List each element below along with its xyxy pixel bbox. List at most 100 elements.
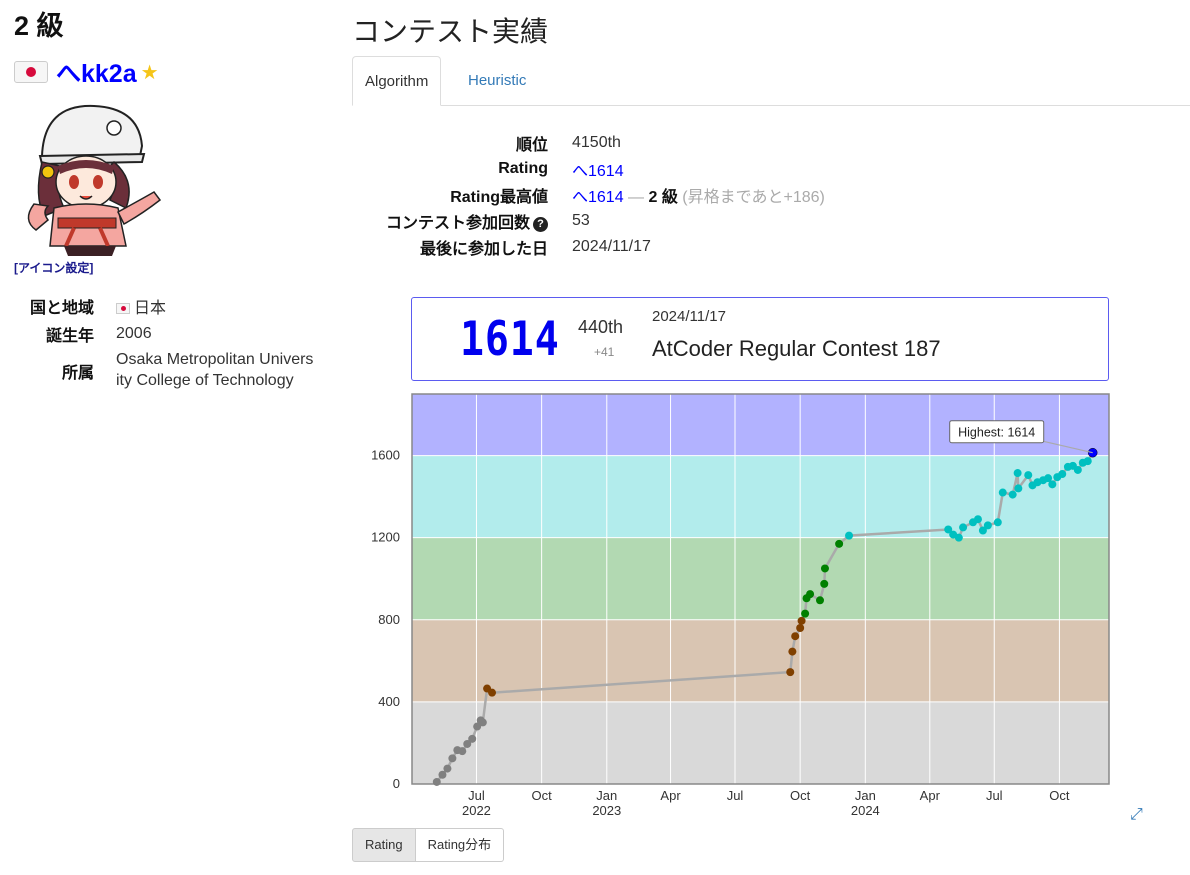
x-year-label: 2024 xyxy=(851,803,880,818)
y-tick-label: 800 xyxy=(378,612,400,627)
x-tick-label: Jul xyxy=(986,788,1003,803)
max-dash: — xyxy=(623,189,649,206)
x-tick-label: Oct xyxy=(790,788,811,803)
stats-table: 順位 4150th Rating へ1614 Rating最高値 へ1614 —… xyxy=(352,130,825,260)
data-point xyxy=(973,515,982,524)
data-point xyxy=(458,747,467,756)
data-point xyxy=(1013,469,1022,478)
rating-diff: +41 xyxy=(594,345,615,359)
stat-key: Rating xyxy=(498,160,548,177)
stat-row-contest-count: コンテスト参加回数? 53 xyxy=(352,208,825,234)
rating-chart[interactable]: 040080012001600Jul2022Oct Jan2023Apr Jul Oc… xyxy=(352,388,1142,828)
info-value: Osaka Metropolitan University College of… xyxy=(116,351,314,389)
tab-algorithm[interactable]: Algorithm xyxy=(352,56,442,106)
data-point xyxy=(954,533,963,542)
stat-row-last-contest: 最後に参加した日 2024/11/17 xyxy=(352,234,825,260)
x-year-label: 2022 xyxy=(462,803,491,818)
data-point xyxy=(1083,457,1092,466)
band-cyan xyxy=(412,455,1109,538)
rating-distribution-button[interactable]: Rating分布 xyxy=(415,828,505,862)
data-point xyxy=(788,647,797,656)
data-point xyxy=(806,590,815,599)
stat-key: 最後に参加した日 xyxy=(419,241,548,258)
data-point xyxy=(816,596,824,605)
data-point xyxy=(1024,471,1033,480)
profile-info: 国と地域 日本 誕生年 2006 所属 Osaka Metropolitan U… xyxy=(14,294,334,392)
japan-flag-icon xyxy=(14,61,48,83)
band-gray xyxy=(412,701,1109,784)
x-tick-label: Apr xyxy=(660,788,681,803)
band-green xyxy=(412,537,1109,620)
y-tick-label: 1600 xyxy=(371,448,400,463)
country-value: 日本 xyxy=(134,300,167,317)
data-point xyxy=(448,754,457,763)
chart-toggle: Rating Rating分布 xyxy=(352,828,505,862)
stat-row-max-rating: Rating最高値 へ1614 — 2 級 (昇格まであと+186) xyxy=(352,182,825,208)
page-title: コンテスト実績 xyxy=(352,16,549,47)
data-point xyxy=(488,688,497,697)
max-kyu: 2 級 xyxy=(648,189,678,206)
info-value: 日本 xyxy=(116,294,316,318)
data-point xyxy=(1073,465,1082,474)
y-tick-label: 400 xyxy=(378,694,400,709)
stat-key-label: コンテスト参加回数 xyxy=(385,215,530,232)
data-point xyxy=(1058,470,1067,479)
info-value: 2006 xyxy=(116,325,152,342)
data-point xyxy=(993,518,1002,527)
data-point xyxy=(801,609,810,618)
contest-name: AtCoder Regular Contest 187 xyxy=(652,336,941,361)
data-point xyxy=(845,531,854,540)
x-year-label: 2023 xyxy=(592,803,621,818)
max-rating-value: へ1614 xyxy=(572,189,624,206)
data-point xyxy=(835,539,844,548)
data-point xyxy=(820,564,829,573)
info-row-affiliation: 所属 Osaka Metropolitan University College… xyxy=(14,350,334,392)
data-point xyxy=(1014,484,1023,493)
info-row-birth-year: 誕生年 2006 xyxy=(14,322,334,346)
stat-key: コンテスト参加回数? xyxy=(352,209,548,233)
expand-icon[interactable]: ⤢ xyxy=(1130,806,1143,824)
y-tick-label: 1200 xyxy=(371,530,400,545)
data-point xyxy=(959,523,968,532)
data-point xyxy=(432,777,441,786)
x-tick-label: Jul xyxy=(727,788,744,803)
highest-label: Highest: 1614 xyxy=(958,426,1035,440)
kyu-rank: 2 級 xyxy=(14,11,64,41)
x-tick-label: Oct xyxy=(532,788,553,803)
data-point xyxy=(796,624,805,632)
data-point xyxy=(786,668,795,677)
user-line: へkk2a ★ xyxy=(14,52,334,92)
data-point xyxy=(983,521,992,530)
band-brown xyxy=(412,619,1109,702)
data-point xyxy=(998,488,1007,497)
data-point xyxy=(1008,490,1017,499)
stat-row-rank: 順位 4150th xyxy=(352,130,825,156)
last-contest-card: 1614 440th +41 2024/11/17 AtCoder Regula… xyxy=(411,297,1109,381)
stat-key: Rating最高値 xyxy=(450,189,548,206)
data-point xyxy=(791,632,800,641)
japan-flag-icon xyxy=(116,303,130,314)
profile-panel: 2 級 へkk2a ★ [アイコン設定] 国と地域 日本 誕生年 2006 所属… xyxy=(14,8,334,396)
data-point xyxy=(443,764,452,773)
username-link[interactable]: へkk2a xyxy=(56,54,137,90)
rating-button[interactable]: Rating xyxy=(352,828,416,862)
stat-value: へ1614 xyxy=(572,163,624,180)
info-row-country: 国と地域 日本 xyxy=(14,294,334,318)
stat-value: 4150th xyxy=(572,134,621,151)
data-point xyxy=(1048,480,1057,489)
stat-value: へ1614 — 2 級 (昇格まであと+186) xyxy=(572,183,825,207)
tab-heuristic[interactable]: Heuristic xyxy=(456,56,538,106)
icon-setting-link[interactable]: [アイコン設定] xyxy=(14,259,334,276)
contest-tabs: Algorithm Heuristic xyxy=(352,56,1190,106)
info-key: 誕生年 xyxy=(45,328,94,345)
contest-date: 2024/11/17 xyxy=(652,308,726,325)
data-point xyxy=(468,734,477,743)
question-icon[interactable]: ? xyxy=(533,217,548,232)
avatar xyxy=(27,104,162,256)
promotion-note: (昇格まであと+186) xyxy=(677,189,825,206)
stat-value: 2024/11/17 xyxy=(572,238,651,255)
stat-value: 53 xyxy=(572,212,590,229)
x-tick-label: Jul xyxy=(468,788,485,803)
data-point xyxy=(478,718,487,727)
info-key: 国と地域 xyxy=(29,300,94,317)
